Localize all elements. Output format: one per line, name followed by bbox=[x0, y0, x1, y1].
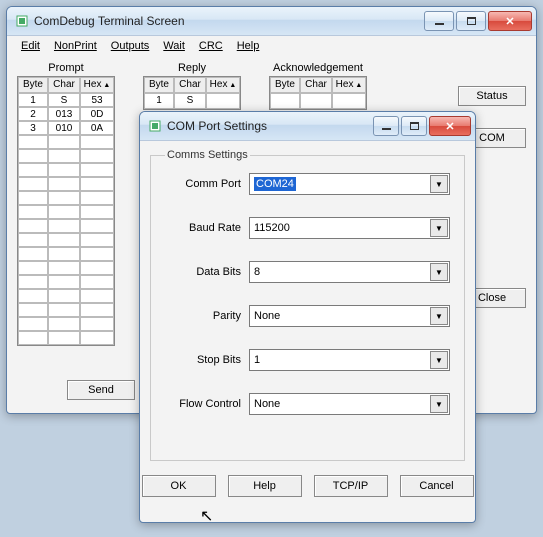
dialog-window-controls bbox=[373, 116, 471, 136]
menu-help[interactable]: Help bbox=[231, 38, 266, 54]
table-row[interactable] bbox=[18, 261, 114, 275]
prompt-label: Prompt bbox=[17, 62, 115, 74]
table-row[interactable]: 1 S bbox=[144, 93, 240, 109]
close-window-button[interactable] bbox=[488, 11, 532, 31]
comms-settings-group: Comms Settings Comm Port COM24▼ Baud Rat… bbox=[150, 149, 465, 461]
col-byte[interactable]: Byte bbox=[144, 77, 174, 93]
reply-table[interactable]: Byte Char Hex 1 S bbox=[143, 76, 241, 110]
col-hex[interactable]: Hex bbox=[332, 77, 366, 93]
col-char[interactable]: Char bbox=[174, 77, 206, 93]
data-bits-label: Data Bits bbox=[165, 266, 249, 278]
col-char[interactable]: Char bbox=[48, 77, 80, 93]
main-titlebar[interactable]: ComDebug Terminal Screen bbox=[7, 7, 536, 36]
menu-nonprint[interactable]: NonPrint bbox=[48, 38, 103, 54]
dialog-minimize-button[interactable] bbox=[373, 116, 399, 136]
dialog-close-button[interactable] bbox=[429, 116, 471, 136]
dropdown-icon[interactable]: ▼ bbox=[430, 351, 448, 369]
table-row[interactable] bbox=[18, 219, 114, 233]
help-button[interactable]: Help bbox=[228, 475, 302, 497]
table-row[interactable] bbox=[18, 135, 114, 149]
parity-label: Parity bbox=[165, 310, 249, 322]
main-window-controls bbox=[424, 11, 532, 31]
dropdown-icon[interactable]: ▼ bbox=[430, 175, 448, 193]
table-row[interactable] bbox=[18, 205, 114, 219]
table-row[interactable] bbox=[18, 149, 114, 163]
comm-port-combo[interactable]: COM24▼ bbox=[249, 173, 450, 195]
dropdown-icon[interactable]: ▼ bbox=[430, 395, 448, 413]
menu-wait[interactable]: Wait bbox=[157, 38, 191, 54]
table-row[interactable] bbox=[18, 289, 114, 303]
send-button[interactable]: Send bbox=[67, 380, 135, 400]
dialog-titlebar[interactable]: COM Port Settings bbox=[140, 112, 475, 141]
tcpip-button[interactable]: TCP/IP bbox=[314, 475, 388, 497]
table-row[interactable]: 30100A bbox=[18, 121, 114, 135]
ok-button[interactable]: OK bbox=[142, 475, 216, 497]
baud-rate-combo[interactable]: 115200▼ bbox=[249, 217, 450, 239]
stop-bits-label: Stop Bits bbox=[165, 354, 249, 366]
menu-crc[interactable]: CRC bbox=[193, 38, 229, 54]
reply-label: Reply bbox=[143, 62, 241, 74]
menu-edit[interactable]: Edit bbox=[15, 38, 46, 54]
table-row[interactable] bbox=[18, 303, 114, 317]
dialog-maximize-button[interactable] bbox=[401, 116, 427, 136]
main-title: ComDebug Terminal Screen bbox=[34, 14, 424, 28]
comms-settings-legend: Comms Settings bbox=[165, 149, 250, 161]
dropdown-icon[interactable]: ▼ bbox=[430, 219, 448, 237]
table-row[interactable]: 1S53 bbox=[18, 93, 114, 107]
maximize-button[interactable] bbox=[456, 11, 486, 31]
col-byte[interactable]: Byte bbox=[18, 77, 48, 93]
col-hex[interactable]: Hex bbox=[80, 77, 114, 93]
dropdown-icon[interactable]: ▼ bbox=[430, 263, 448, 281]
table-row[interactable] bbox=[18, 177, 114, 191]
stop-bits-combo[interactable]: 1▼ bbox=[249, 349, 450, 371]
table-row[interactable]: 20130D bbox=[18, 107, 114, 121]
dialog-icon bbox=[148, 119, 162, 133]
comm-port-label: Comm Port bbox=[165, 178, 249, 190]
table-row[interactable] bbox=[18, 331, 114, 345]
parity-combo[interactable]: None▼ bbox=[249, 305, 450, 327]
dialog-title: COM Port Settings bbox=[167, 119, 373, 133]
table-row[interactable] bbox=[18, 317, 114, 331]
minimize-button[interactable] bbox=[424, 11, 454, 31]
data-bits-combo[interactable]: 8▼ bbox=[249, 261, 450, 283]
col-char[interactable]: Char bbox=[300, 77, 332, 93]
prompt-section: Prompt Byte Char Hex 1S5320130D30100A bbox=[17, 62, 115, 346]
flow-control-label: Flow Control bbox=[165, 398, 249, 410]
col-hex[interactable]: Hex bbox=[206, 77, 240, 93]
table-row[interactable] bbox=[18, 275, 114, 289]
ack-table[interactable]: Byte Char Hex bbox=[269, 76, 367, 110]
status-button[interactable]: Status bbox=[458, 86, 526, 106]
baud-rate-label: Baud Rate bbox=[165, 222, 249, 234]
table-row[interactable] bbox=[18, 247, 114, 261]
cancel-button[interactable]: Cancel bbox=[400, 475, 474, 497]
menubar: Edit NonPrint Outputs Wait CRC Help bbox=[7, 36, 536, 56]
ack-label: Acknowledgement bbox=[269, 62, 367, 74]
table-row[interactable] bbox=[18, 191, 114, 205]
col-byte[interactable]: Byte bbox=[270, 77, 300, 93]
dialog-button-row: OK Help TCP/IP Cancel bbox=[140, 475, 475, 497]
prompt-table[interactable]: Byte Char Hex 1S5320130D30100A bbox=[17, 76, 115, 346]
app-icon bbox=[15, 14, 29, 28]
flow-control-combo[interactable]: None▼ bbox=[249, 393, 450, 415]
table-row[interactable] bbox=[18, 163, 114, 177]
menu-outputs[interactable]: Outputs bbox=[105, 38, 156, 54]
table-row[interactable] bbox=[18, 233, 114, 247]
dropdown-icon[interactable]: ▼ bbox=[430, 307, 448, 325]
table-row[interactable] bbox=[270, 93, 366, 109]
com-port-settings-dialog: COM Port Settings Comms Settings Comm Po… bbox=[139, 111, 476, 523]
